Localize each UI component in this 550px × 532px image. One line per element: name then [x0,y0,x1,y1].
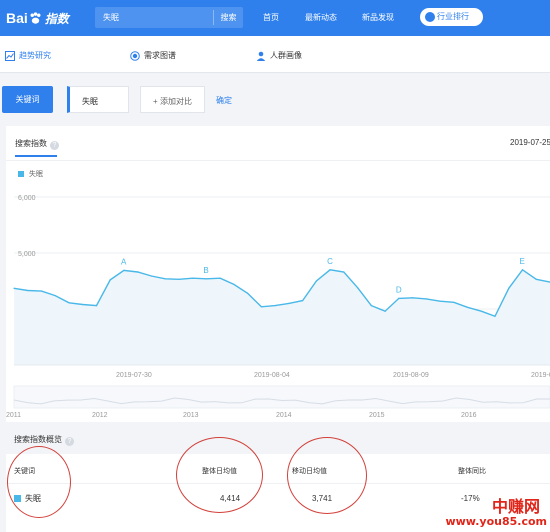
annotation-label: B [203,266,208,275]
data-point [13,287,15,289]
data-point [192,277,194,279]
data-point [384,310,386,312]
overview-band [13,385,550,409]
x-tick-label: 2019-08- [531,372,550,379]
data-point [27,289,29,292]
data-point [343,271,345,273]
x-tick-label: 2019-07-30 [116,372,152,379]
data-point [329,269,331,271]
data-point [178,278,180,280]
annotation-label: D [396,285,402,294]
x-tick-label: 2019-08-09 [393,372,429,379]
data-point [274,305,276,307]
data-point [535,278,537,280]
y-tick-label: 6,000 [18,195,36,202]
data-point [521,269,524,271]
summary-title: 搜索指数概览? [14,434,74,446]
overview-year-label: 2012 [92,412,108,419]
data-point [453,301,455,303]
watermark-url: www.you85.com [445,515,547,528]
highlight-circle-overall-avg [176,437,263,513]
data-point [288,302,290,304]
data-point [315,280,317,282]
data-point [370,305,372,307]
data-point [54,295,56,297]
summary-table-header: 关键词 整体日均值 移动日均值 整体同比 [6,454,550,484]
x-tick-label: 2019-08-04 [254,372,290,379]
data-point [95,305,98,307]
overview-year-label: 2015 [369,412,385,419]
data-point [480,310,482,312]
data-point [412,297,414,299]
data-point [302,300,304,302]
header-overall-yoy: 整体同比 [458,468,486,475]
overview-year-label: 2016 [461,412,477,419]
data-point [109,279,111,281]
annotation-label: A [121,257,127,266]
highlight-circle-keyword [7,446,71,518]
y-tick-label: 5,000 [18,251,36,258]
data-point [150,275,152,277]
data-point [233,283,235,285]
data-point [439,300,441,302]
data-point [219,277,221,279]
search-index-chart[interactable]: 6,0005,0004,000ABCDE2019-07-302019-08-04… [0,0,550,422]
watermark-cn: 中赚网 [491,497,540,516]
summary-help-icon[interactable]: ? [65,437,74,446]
data-point [357,287,359,289]
data-point [247,292,249,294]
highlight-circle-mobile-avg [287,437,367,514]
overview-year-label: 2013 [183,412,199,419]
data-point [164,278,166,280]
data-point [68,302,70,304]
data-point [425,298,427,300]
overview-year-label: 2014 [276,412,292,419]
data-point [508,287,510,289]
series-area [14,269,550,365]
data-point [494,315,496,317]
data-point [123,269,125,271]
data-point [466,306,469,308]
data-point [40,290,43,292]
data-point [137,271,139,273]
annotation-label: E [520,257,525,266]
overview-year-label: 2011 [6,412,21,419]
annotation-label: C [327,257,333,266]
watermark: 中赚网 www.you85.com [445,493,550,532]
data-point [260,306,262,308]
data-point [398,297,400,299]
data-point [82,303,84,306]
data-point [205,278,207,280]
